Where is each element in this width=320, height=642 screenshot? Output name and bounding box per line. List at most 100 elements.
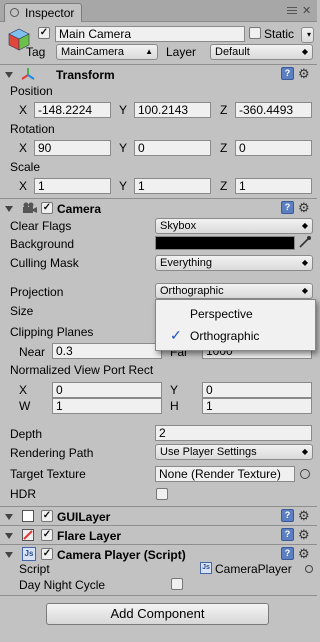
culling-mask-value: Everything [160, 257, 212, 269]
tag-dropdown[interactable]: MainCamera ▲ [56, 44, 158, 60]
rotation-z-field[interactable]: 0 [235, 140, 312, 156]
static-checkbox[interactable] [249, 27, 261, 39]
guilayer-gear-icon[interactable]: ⚙ [298, 509, 310, 522]
scale-y-label: Y [119, 179, 128, 193]
viewport-y-label: Y [170, 383, 179, 397]
target-texture-label: Target Texture [10, 467, 86, 481]
scale-y-field[interactable]: 1 [134, 178, 211, 194]
guilayer-header[interactable]: ✓ GUILayer ? ⚙ [0, 506, 317, 524]
depth-field[interactable]: 2 [155, 425, 312, 441]
static-dropdown-button[interactable]: ▾ [301, 27, 314, 43]
rendering-path-dropdown[interactable]: Use Player Settings ◆ [155, 444, 313, 460]
layer-value: Default [215, 46, 250, 58]
projection-dropdown[interactable]: Orthographic ◆ [155, 283, 313, 299]
camera-foldout-icon[interactable] [5, 206, 13, 212]
scale-z-label: Z [220, 179, 228, 193]
projection-option-label: Perspective [190, 307, 253, 321]
flare-layer-foldout-icon[interactable] [5, 533, 13, 539]
camera-gear-icon[interactable]: ⚙ [298, 201, 310, 214]
clear-flags-label: Clear Flags [10, 219, 72, 233]
gameobject-name-field[interactable]: Main Camera [55, 26, 245, 42]
inspector-icon [10, 8, 19, 17]
rotation-x-field[interactable]: 90 [34, 140, 111, 156]
layer-dropdown[interactable]: Default ◆ [210, 44, 313, 60]
flare-layer-header[interactable]: ✓ Flare Layer ? ⚙ [0, 525, 317, 543]
script-picker-icon[interactable] [305, 565, 313, 573]
near-field[interactable]: 0.3 [52, 343, 162, 359]
culling-mask-label: Culling Mask [10, 256, 79, 270]
tag-value: MainCamera [61, 46, 124, 58]
transform-icon [20, 66, 36, 82]
position-z-label: Z [220, 103, 228, 117]
tag-label: Tag [26, 45, 46, 59]
camera-player-header[interactable]: Js ✓ Camera Player (Script) ? ⚙ [0, 544, 317, 562]
flare-layer-title: Flare Layer [57, 529, 122, 543]
transform-gear-icon[interactable]: ⚙ [298, 67, 310, 80]
position-x-label: X [19, 103, 28, 117]
culling-mask-dropdown[interactable]: Everything ◆ [155, 255, 313, 271]
viewport-x-field[interactable]: 0 [52, 382, 162, 398]
rotation-y-field[interactable]: 0 [134, 140, 211, 156]
close-icon[interactable]: ✕ [302, 6, 311, 17]
camera-enabled-checkbox[interactable]: ✓ [41, 202, 53, 214]
camera-help-icon[interactable]: ? [281, 201, 294, 214]
size-label: Size [10, 304, 34, 318]
background-color-swatch[interactable] [155, 236, 295, 250]
viewport-x-label: X [19, 383, 28, 397]
window-menu-icon[interactable] [287, 7, 297, 15]
camera-player-enabled-checkbox[interactable]: ✓ [41, 548, 53, 560]
guilayer-title: GUILayer [57, 510, 111, 524]
depth-label: Depth [10, 427, 43, 441]
viewport-rect-label: Normalized View Port Rect [10, 363, 154, 377]
scale-z-field[interactable]: 1 [235, 178, 312, 194]
inspector-tab[interactable]: Inspector [4, 3, 82, 22]
clear-flags-dropdown[interactable]: Skybox ◆ [155, 218, 313, 234]
viewport-h-label: H [170, 399, 179, 413]
viewport-w-field[interactable]: 1 [52, 398, 162, 414]
camera-header[interactable]: ✓ Camera ? ⚙ [0, 198, 317, 216]
rotation-label: Rotation [10, 122, 55, 136]
camera-player-title: Camera Player (Script) [57, 548, 186, 562]
transform-foldout-icon[interactable] [5, 72, 13, 78]
camera-player-foldout-icon[interactable] [5, 552, 13, 558]
gameobject-active-checkbox[interactable]: ✓ [38, 27, 50, 39]
transform-header[interactable]: Transform ? ⚙ [0, 64, 317, 82]
projection-label: Projection [10, 285, 64, 299]
component-list-divider [0, 595, 317, 596]
projection-option-perspective[interactable]: Perspective [156, 304, 315, 324]
camera-player-help-icon[interactable]: ? [281, 547, 294, 560]
projection-option-orthographic[interactable]: ✓ Orthographic [156, 326, 315, 346]
position-z-field[interactable]: -360.4493 [235, 102, 312, 118]
guilayer-help-icon[interactable]: ? [281, 509, 294, 522]
script-field-icon: Js [200, 562, 212, 574]
scale-x-field[interactable]: 1 [34, 178, 111, 194]
viewport-h-field[interactable]: 1 [202, 398, 312, 414]
position-x-field[interactable]: -148.2224 [34, 102, 111, 118]
day-night-cycle-checkbox[interactable] [171, 578, 183, 590]
inspector-tab-label: Inspector [25, 6, 75, 20]
flare-layer-enabled-checkbox[interactable]: ✓ [41, 529, 53, 541]
object-picker-icon[interactable] [300, 469, 310, 479]
target-texture-field[interactable]: None (Render Texture) [155, 466, 295, 482]
hdr-checkbox[interactable] [156, 488, 168, 500]
eyedropper-icon[interactable] [298, 235, 312, 249]
transform-title: Transform [56, 68, 115, 82]
guilayer-enabled-checkbox[interactable]: ✓ [41, 510, 53, 522]
flare-layer-help-icon[interactable]: ? [281, 528, 294, 541]
clipping-planes-label: Clipping Planes [10, 325, 94, 339]
add-component-button[interactable]: Add Component [46, 603, 269, 625]
projection-option-label: Orthographic [190, 329, 260, 343]
near-label: Near [19, 345, 46, 359]
flare-layer-gear-icon[interactable]: ⚙ [298, 528, 310, 541]
flare-layer-icon [22, 529, 34, 541]
guilayer-foldout-icon[interactable] [5, 514, 13, 520]
position-y-field[interactable]: 100.2143 [134, 102, 211, 118]
viewport-y-field[interactable]: 0 [202, 382, 312, 398]
camera-player-gear-icon[interactable]: ⚙ [298, 547, 310, 560]
position-label: Position [10, 84, 53, 98]
camera-icon [22, 202, 38, 214]
rotation-y-label: Y [119, 141, 128, 155]
transform-help-icon[interactable]: ? [281, 67, 294, 80]
scale-x-label: X [19, 179, 28, 193]
script-value[interactable]: CameraPlayer [215, 562, 292, 576]
